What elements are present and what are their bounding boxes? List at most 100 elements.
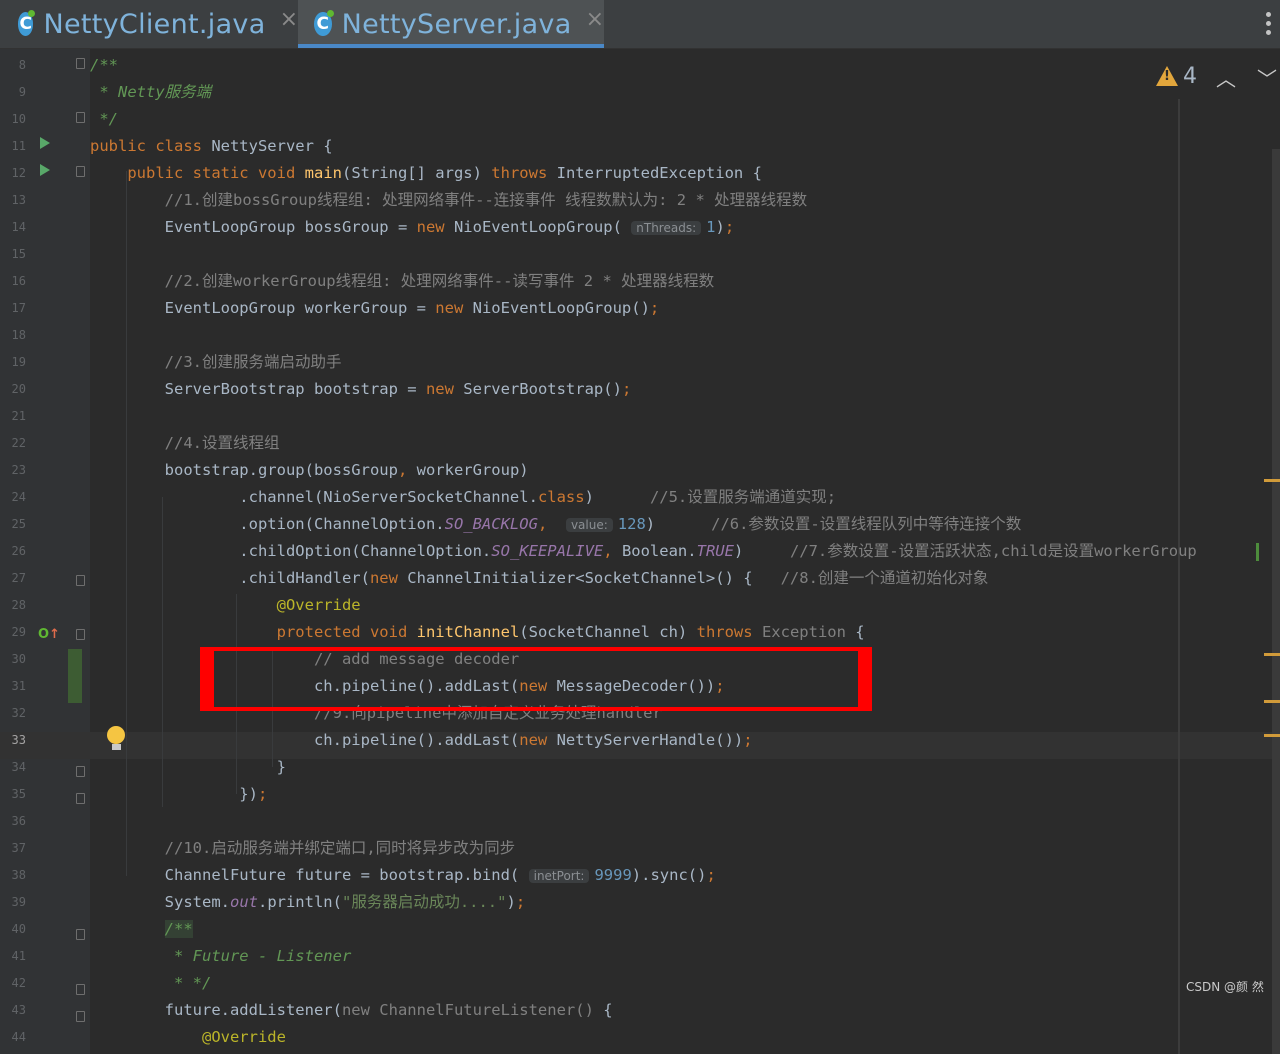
fold-icon[interactable] (76, 929, 85, 940)
code-text[interactable]: //10.启动服务端并绑定端口,同时将异步改为同步 (90, 835, 516, 862)
code-text[interactable]: ServerBootstrap bootstrap = new ServerBo… (90, 376, 632, 403)
run-main-icon[interactable] (40, 164, 50, 176)
code-text[interactable]: .childOption(ChannelOption.SO_KEEPALIVE,… (90, 538, 1196, 565)
code-text[interactable]: * */ (90, 970, 211, 997)
code-text[interactable]: * Netty服务端 (90, 79, 211, 106)
code-line[interactable]: 41 * Future - Listener (0, 943, 1280, 970)
code-text[interactable]: System.out.println("服务器启动成功...."); (90, 889, 526, 916)
fold-icon[interactable] (76, 629, 85, 640)
code-line[interactable]: 39 System.out.println("服务器启动成功...."); (0, 889, 1280, 916)
code-text[interactable]: /** (90, 916, 193, 943)
fold-icon[interactable] (76, 766, 85, 777)
code-text[interactable]: public static void main(String[] args) t… (90, 160, 762, 187)
code-line[interactable]: 40 /** (0, 916, 1280, 943)
code-text[interactable]: */ (90, 106, 118, 133)
code-line[interactable]: 27 .childHandler(new ChannelInitializer<… (0, 565, 1280, 592)
inspection-widget[interactable]: 4 (1156, 63, 1197, 89)
code-line[interactable]: 43 future.addListener(new ChannelFutureL… (0, 997, 1280, 1024)
fold-icon[interactable] (76, 58, 85, 69)
line-number: 14 (11, 220, 26, 234)
code-text[interactable]: .channel(NioServerSocketChannel.class) /… (90, 484, 836, 511)
code-line[interactable]: 26 .childOption(ChannelOption.SO_KEEPALI… (0, 538, 1280, 565)
code-text[interactable]: protected void initChannel(SocketChannel… (90, 619, 865, 646)
code-line[interactable]: 24 .channel(NioServerSocketChannel.class… (0, 484, 1280, 511)
code-text[interactable]: bootstrap.group(bossGroup, workerGroup) (90, 457, 529, 484)
tab-nettyserver[interactable]: C NettyServer.java × (298, 0, 604, 48)
code-text[interactable]: //1.创建bossGroup线程组: 处理网络事件--连接事件 线程数默认为:… (90, 187, 807, 214)
line-number: 42 (11, 976, 26, 990)
code-text[interactable]: ChannelFuture future = bootstrap.bind( i… (90, 862, 716, 890)
fold-icon[interactable] (76, 793, 85, 804)
code-line[interactable]: 33 ch.pipeline().addLast(new NettyServer… (0, 727, 1280, 754)
code-line[interactable]: 18 (0, 322, 1280, 349)
code-text[interactable]: * Future - Listener (90, 943, 351, 970)
line-number: 31 (11, 679, 26, 693)
code-line[interactable]: 25 .option(ChannelOption.SO_BACKLOG, val… (0, 511, 1280, 538)
code-line[interactable]: 38 ChannelFuture future = bootstrap.bind… (0, 862, 1280, 889)
code-text[interactable]: } (90, 754, 286, 781)
fold-icon[interactable] (76, 1011, 85, 1022)
code-text[interactable]: .childHandler(new ChannelInitializer<Soc… (90, 565, 988, 592)
run-class-icon[interactable] (40, 137, 50, 149)
code-line[interactable]: 9 * Netty服务端 (0, 79, 1280, 106)
code-text[interactable]: //3.创建服务端启动助手 (90, 349, 342, 376)
code-line[interactable]: 11 public class NettyServer { (0, 133, 1280, 160)
code-line[interactable]: 36 (0, 808, 1280, 835)
code-line[interactable]: 28 @Override (0, 592, 1280, 619)
line-number: 23 (11, 463, 26, 477)
code-text[interactable]: }); (90, 781, 267, 808)
code-line[interactable]: 13 //1.创建bossGroup线程组: 处理网络事件--连接事件 线程数默… (0, 187, 1280, 214)
line-number: 9 (18, 85, 26, 99)
next-highlight-icon[interactable]: ﹀ (1257, 63, 1277, 92)
line-number: 11 (11, 139, 26, 153)
tab-nettyclient[interactable]: C NettyClient.java × (18, 0, 298, 48)
code-text[interactable]: future.addListener(new ChannelFutureList… (90, 997, 613, 1024)
fold-icon[interactable] (76, 575, 85, 586)
code-line[interactable]: 44 @Override (0, 1024, 1280, 1051)
fold-icon[interactable] (76, 166, 85, 177)
red-annotation-box (200, 647, 872, 711)
code-text[interactable]: public class NettyServer { (90, 133, 333, 160)
code-text[interactable]: @Override (90, 1024, 286, 1051)
code-text[interactable]: EventLoopGroup workerGroup = new NioEven… (90, 295, 660, 322)
code-line[interactable]: 14 EventLoopGroup bossGroup = new NioEve… (0, 214, 1280, 241)
code-line[interactable]: 16 //2.创建workerGroup线程组: 处理网络事件--读写事件 2 … (0, 268, 1280, 295)
fold-icon[interactable] (76, 112, 85, 123)
code-text[interactable]: /** (90, 52, 118, 79)
more-tabs-icon[interactable] (1262, 12, 1274, 36)
close-icon[interactable]: × (586, 7, 604, 32)
code-line[interactable]: 42 * */ (0, 970, 1280, 997)
code-line[interactable]: 23 bootstrap.group(bossGroup, workerGrou… (0, 457, 1280, 484)
previous-highlight-icon[interactable]: ︿ (1216, 63, 1236, 92)
close-icon[interactable]: × (280, 7, 298, 32)
code-text[interactable]: EventLoopGroup bossGroup = new NioEventL… (90, 214, 735, 242)
code-text[interactable]: ch.pipeline().addLast(new NettyServerHan… (90, 727, 753, 754)
override-method-icon[interactable]: O↑ (38, 627, 60, 642)
lightbulb-icon[interactable] (107, 726, 125, 750)
code-line[interactable]: 37 //10.启动服务端并绑定端口,同时将异步改为同步 (0, 835, 1280, 862)
line-number: 20 (11, 382, 26, 396)
line-number: 33 (11, 733, 26, 747)
line-number: 24 (11, 490, 26, 504)
code-text[interactable]: //4.设置线程组 (90, 430, 280, 457)
code-line[interactable]: 29 protected void initChannel(SocketChan… (0, 619, 1280, 646)
code-text[interactable]: @Override (90, 592, 361, 619)
code-line[interactable]: 34 } (0, 754, 1280, 781)
code-line[interactable]: 21 (0, 403, 1280, 430)
line-number: 34 (11, 760, 26, 774)
fold-icon[interactable] (76, 984, 85, 995)
code-line[interactable]: 35 }); (0, 781, 1280, 808)
code-line[interactable]: 15 (0, 241, 1280, 268)
code-line[interactable]: 10 */ (0, 106, 1280, 133)
code-line[interactable]: 17 EventLoopGroup workerGroup = new NioE… (0, 295, 1280, 322)
code-editor[interactable]: 8/** 9 * Netty服务端 10 */11 public class Nett… (0, 49, 1280, 1054)
code-text[interactable]: .option(ChannelOption.SO_BACKLOG, value:… (90, 511, 1021, 539)
code-line[interactable]: 20 ServerBootstrap bootstrap = new Serve… (0, 376, 1280, 403)
vcs-added-lines-marker[interactable] (68, 649, 82, 703)
tab-label: NettyServer.java (341, 8, 572, 40)
code-line[interactable]: 19 //3.创建服务端启动助手 (0, 349, 1280, 376)
code-line[interactable]: 8 /** (0, 52, 1280, 79)
code-line[interactable]: 22 //4.设置线程组 (0, 430, 1280, 457)
code-text[interactable]: //2.创建workerGroup线程组: 处理网络事件--读写事件 2 * 处… (90, 268, 714, 295)
code-line[interactable]: 12 public static void main(String[] args… (0, 160, 1280, 187)
